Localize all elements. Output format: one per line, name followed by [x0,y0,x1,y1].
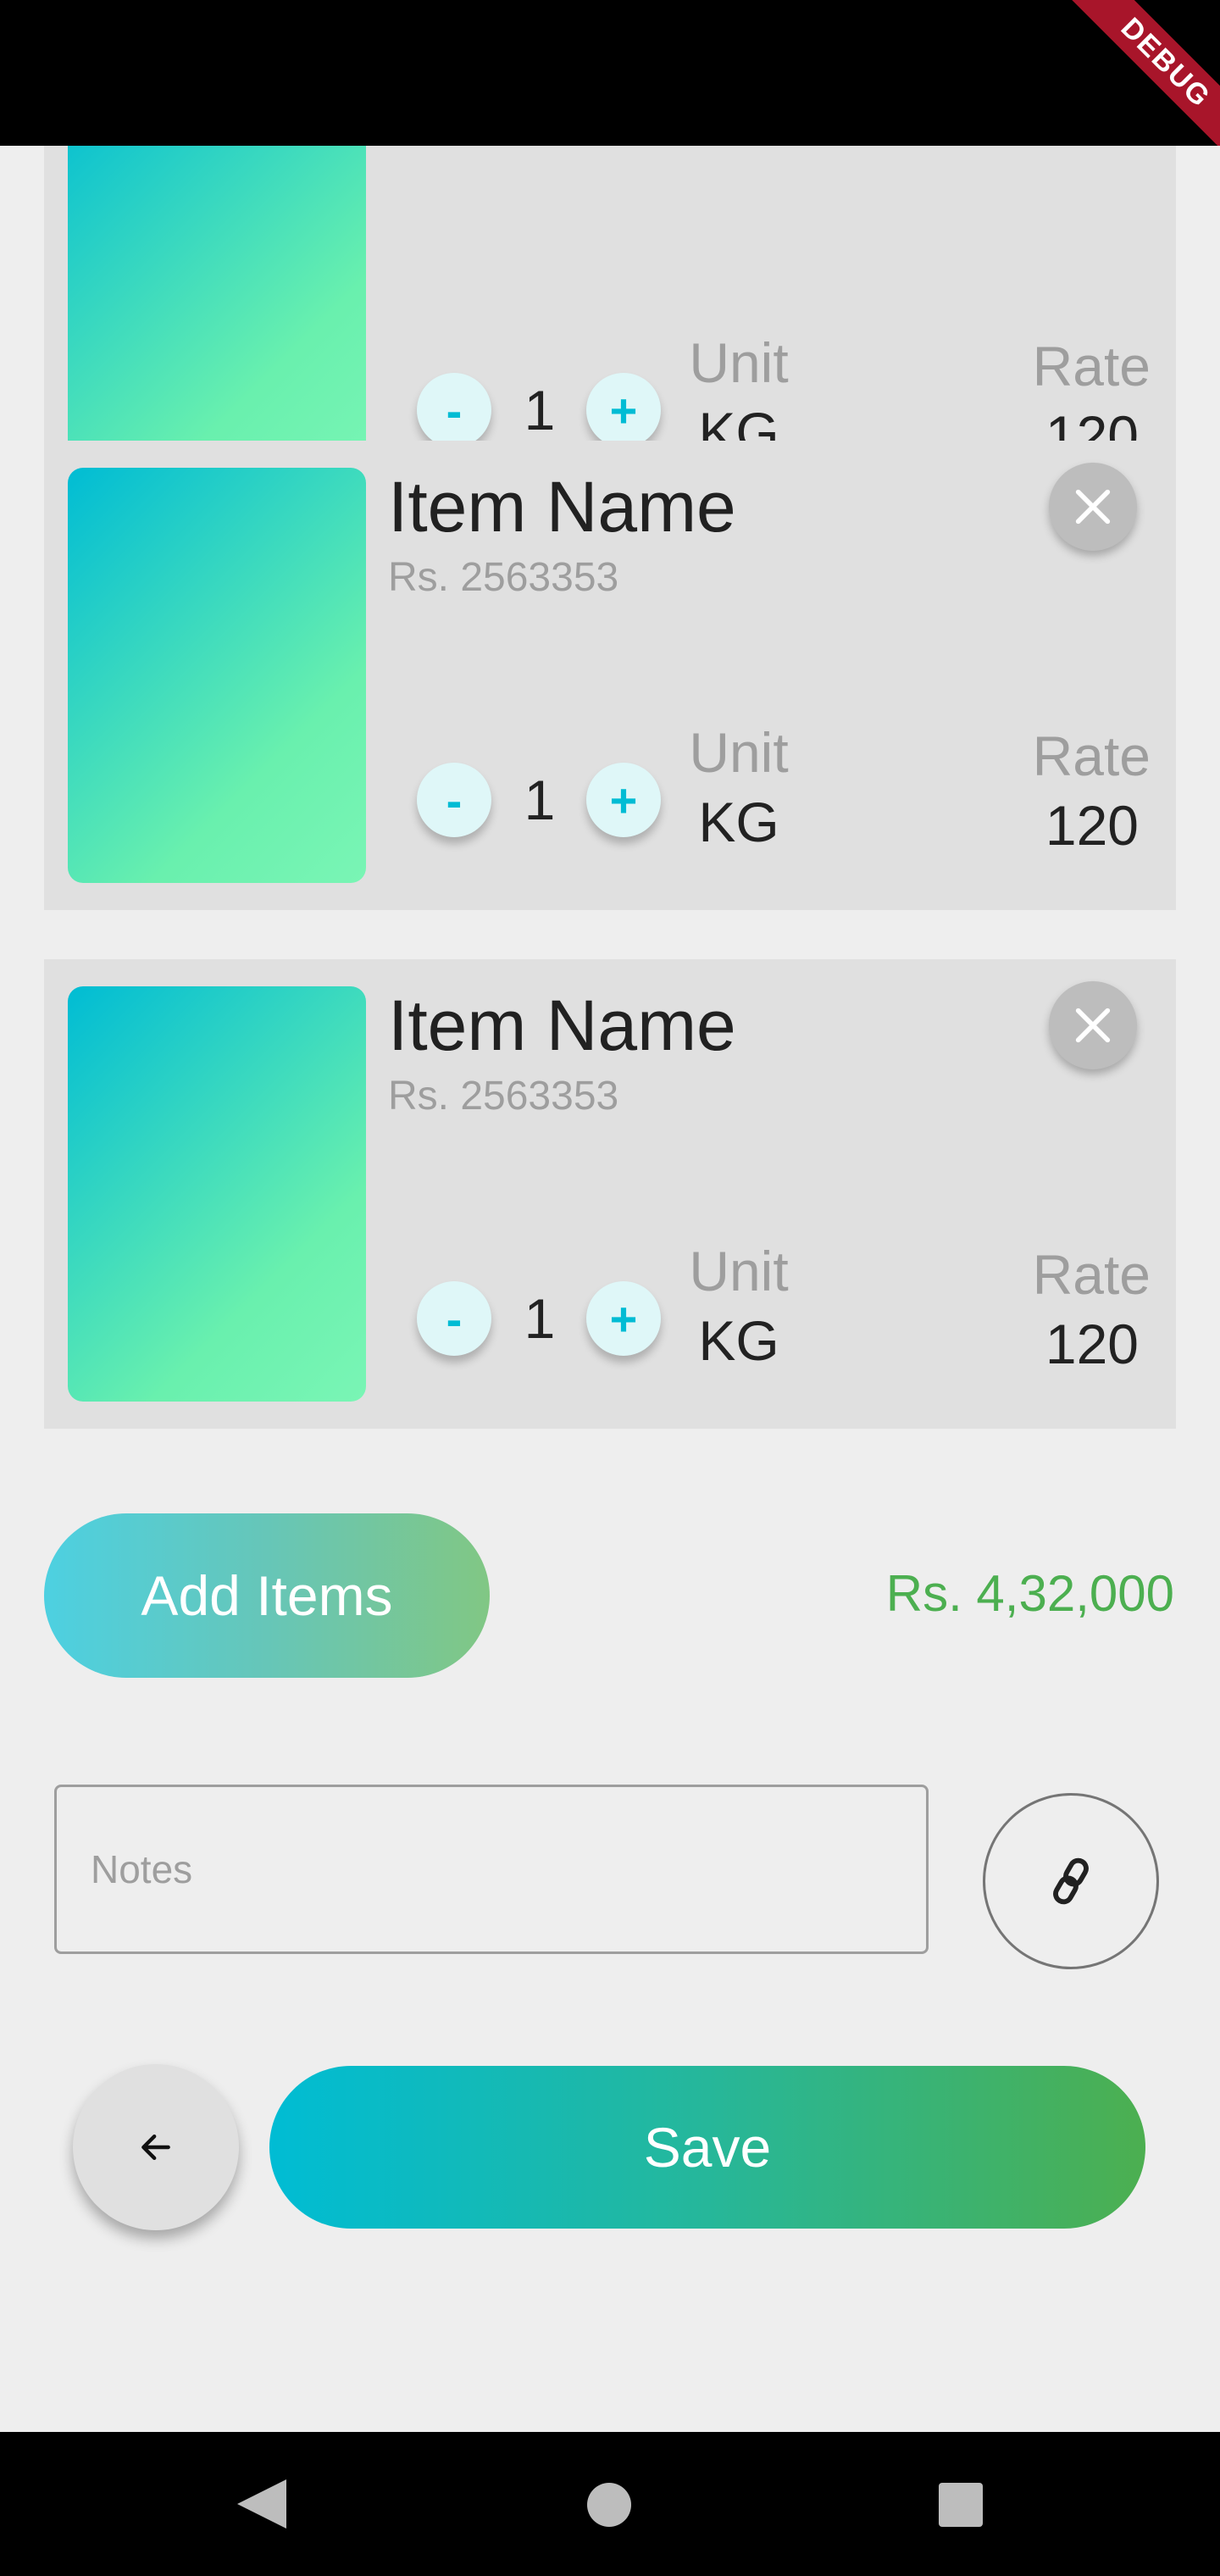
item-name: Item Name [388,467,736,547]
link-icon [1053,1857,1089,1905]
quantity-value: 1 [524,1287,556,1350]
rate-value: 120 [1045,794,1139,857]
unit-label: Unit [689,721,789,784]
rate-label: Rate [1032,724,1151,787]
status-bar: DEBUG [0,0,1220,146]
item-card: Item Name Rs. 2563353 - 1 + Unit KG Rate… [44,441,1176,910]
remove-item-button[interactable] [1049,463,1137,551]
unit-value: KG [698,791,779,853]
item-card: Item Name Rs. 2563353 - 1 + Unit KG Rate… [44,959,1176,1429]
arrow-left-icon [141,2134,170,2161]
remove-item-button[interactable] [1049,981,1137,1069]
quantity-value: 1 [524,769,556,831]
close-icon [1075,1008,1111,1043]
total-amount: Rs. 4,32,000 [885,1565,1174,1622]
item-image [68,468,366,883]
square-recents-icon[interactable] [939,2483,983,2527]
system-nav-bar [0,2432,1220,2576]
decrement-button[interactable]: - [417,1281,491,1356]
unit-label: Unit [689,331,789,394]
unit-label: Unit [689,1240,789,1302]
back-button[interactable] [73,2064,239,2230]
item-price: Rs. 2563353 [388,1074,619,1119]
unit-value: KG [698,1309,779,1372]
item-price: Rs. 2563353 [388,555,619,600]
add-items-button[interactable]: Add Items [44,1513,490,1678]
decrement-button[interactable]: - [417,373,491,447]
notes-input[interactable] [54,1785,929,1954]
rate-label: Rate [1032,335,1151,397]
quantity-value: 1 [524,379,556,441]
triangle-back-icon[interactable] [232,2476,291,2532]
rate-value: 120 [1045,1313,1139,1375]
decrement-button[interactable]: - [417,763,491,837]
item-name: Item Name [388,985,736,1065]
rate-label: Rate [1032,1243,1151,1306]
attach-button[interactable] [983,1793,1159,1969]
debug-banner: DEBUG [1060,0,1220,146]
circle-home-icon[interactable] [587,2483,631,2527]
item-image [68,986,366,1402]
save-button[interactable]: Save [269,2066,1145,2229]
close-icon [1075,489,1111,525]
